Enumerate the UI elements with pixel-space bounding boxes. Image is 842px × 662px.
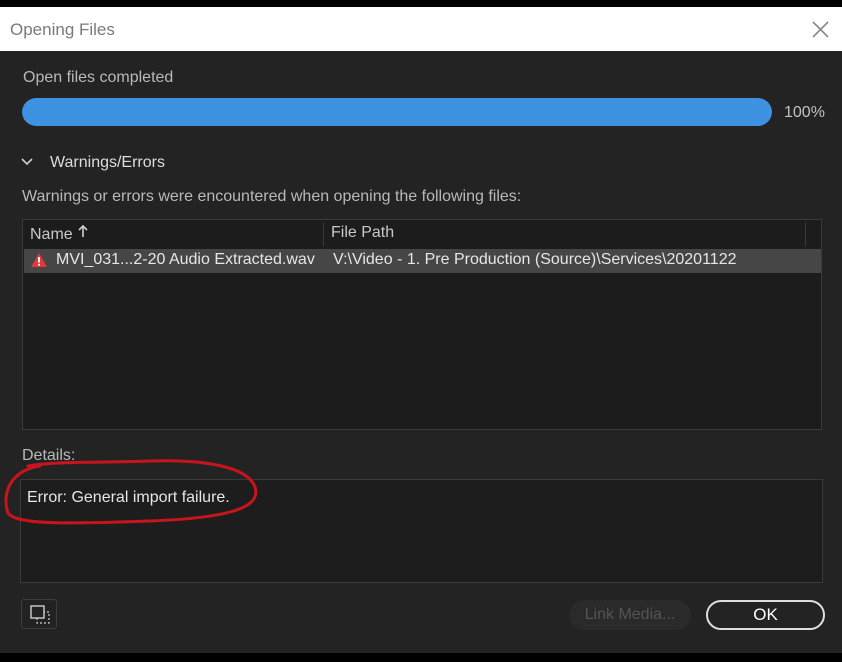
column-header-name-label: Name: [30, 226, 73, 243]
warnings-description: Warnings or errors were encountered when…: [22, 188, 522, 205]
table-row[interactable]: MVI_031...2-20 Audio Extracted.wav V:\Vi…: [24, 249, 821, 273]
window-layout-icon: [30, 605, 50, 624]
ok-button[interactable]: OK: [706, 600, 825, 630]
column-divider[interactable]: [323, 222, 324, 246]
progress-bar-fill: [22, 98, 772, 126]
layout-toggle-button[interactable]: [21, 599, 57, 629]
chevron-down-icon: [21, 158, 33, 166]
progress-bar: [22, 98, 772, 126]
column-divider[interactable]: [805, 222, 806, 246]
details-text: Error: General import failure.: [27, 489, 230, 506]
details-textbox[interactable]: Error: General import failure.: [20, 479, 823, 583]
column-header-file-path[interactable]: File Path: [331, 224, 394, 242]
files-table: Name File Path MVI_031...2-20 Audio Extr…: [22, 219, 822, 430]
window-top-strip: [0, 0, 842, 7]
table-header: Name File Path: [23, 220, 821, 248]
details-label: Details:: [22, 447, 76, 464]
column-header-name[interactable]: Name: [30, 224, 89, 244]
progress-label: Open files completed: [23, 69, 174, 86]
progress-percent: 100%: [784, 104, 825, 121]
link-media-button[interactable]: Link Media...: [569, 600, 691, 630]
warning-icon: [31, 253, 47, 267]
close-icon: [812, 21, 829, 38]
opening-files-dialog: Open files completed 100% Warnings/Error…: [0, 51, 842, 653]
row-file-path: V:\Video - 1. Pre Production (Source)\Se…: [333, 251, 737, 268]
row-file-name: MVI_031...2-20 Audio Extracted.wav: [56, 251, 315, 268]
title-bar: Opening Files: [0, 7, 842, 51]
window-bottom-strip: [0, 653, 842, 662]
close-button[interactable]: [806, 18, 834, 42]
sort-ascending-icon: [78, 224, 88, 237]
warnings-errors-label: Warnings/Errors: [50, 154, 165, 171]
window-title: Opening Files: [10, 20, 115, 39]
